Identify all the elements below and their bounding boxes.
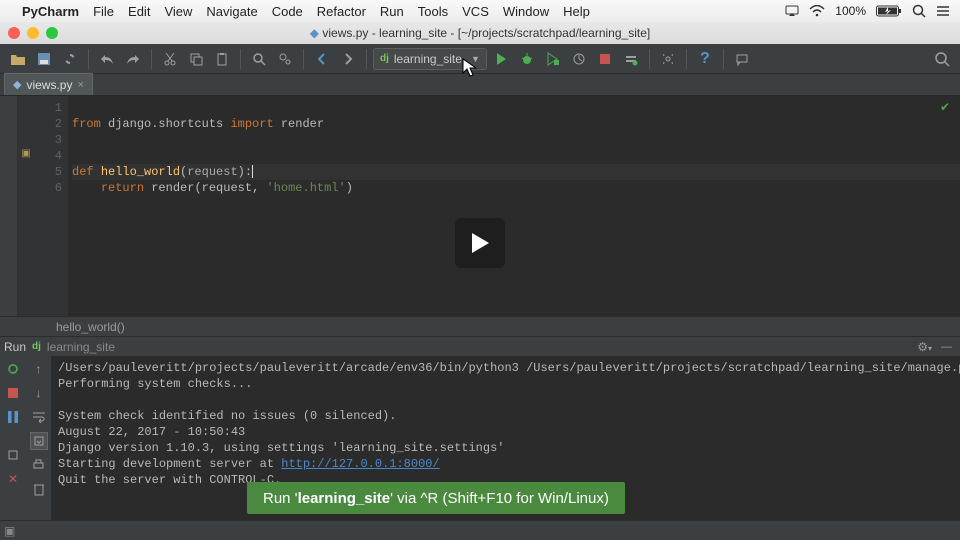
- back-button[interactable]: [310, 47, 334, 71]
- menu-file[interactable]: File: [93, 4, 114, 19]
- menu-run[interactable]: Run: [380, 4, 404, 19]
- tip-banner: Run 'learning_site' via ^R (Shift+F10 fo…: [247, 482, 625, 514]
- airplay-icon[interactable]: [785, 5, 799, 17]
- run-tool-config-label: learning_site: [47, 340, 115, 354]
- clear-all-button[interactable]: [30, 480, 48, 498]
- help-button[interactable]: ?: [693, 47, 717, 71]
- inspection-ok-icon[interactable]: ✔: [940, 100, 950, 116]
- breadcrumb[interactable]: hello_world(): [0, 316, 960, 336]
- editor-tab-label: views.py: [26, 78, 72, 92]
- rerun-button[interactable]: [4, 360, 22, 378]
- stop-process-button[interactable]: [4, 384, 22, 402]
- copy-button[interactable]: [184, 47, 208, 71]
- pause-button[interactable]: [4, 408, 22, 426]
- debug-button[interactable]: [515, 47, 539, 71]
- left-tool-stripe[interactable]: [0, 96, 18, 316]
- redo-button[interactable]: [121, 47, 145, 71]
- menu-tools[interactable]: Tools: [418, 4, 448, 19]
- hide-tool-icon[interactable]: —: [941, 341, 952, 353]
- menu-window[interactable]: Window: [503, 4, 549, 19]
- bottom-tool-stripe: ▣: [0, 520, 960, 540]
- undo-button[interactable]: [95, 47, 119, 71]
- toggle-softwrap-button[interactable]: [30, 408, 48, 426]
- editor-tab[interactable]: ◆ views.py ×: [4, 73, 93, 95]
- window-title: views.py - learning_site - [~/projects/s…: [322, 26, 650, 40]
- run-tool-left-actions: ✕: [0, 356, 26, 520]
- run-tool-header[interactable]: Run dj learning_site ⚙▾ —: [0, 336, 960, 356]
- spotlight-icon[interactable]: [912, 4, 926, 18]
- menu-code[interactable]: Code: [272, 4, 303, 19]
- editor: ▣ 1 2 3 4 5 6 ✔from django.shortcuts imp…: [0, 96, 960, 316]
- feedback-button[interactable]: [730, 47, 754, 71]
- tool-window-quick-access-icon[interactable]: ▣: [4, 524, 15, 538]
- window-close-button[interactable]: [8, 27, 20, 39]
- menu-extras-icon[interactable]: [936, 5, 950, 17]
- django-icon: dj: [380, 53, 389, 64]
- run-button[interactable]: [489, 47, 513, 71]
- replace-button[interactable]: [273, 47, 297, 71]
- run-tool-label: Run: [4, 340, 26, 354]
- video-play-button[interactable]: [455, 218, 505, 268]
- gear-icon[interactable]: ⚙▾: [917, 340, 932, 354]
- menu-refactor[interactable]: Refactor: [317, 4, 366, 19]
- python-file-icon: ◆: [310, 26, 319, 40]
- window-titlebar: ◆ views.py - learning_site - [~/projects…: [0, 22, 960, 44]
- window-zoom-button[interactable]: [46, 27, 58, 39]
- structure-gutter-icon[interactable]: ▣: [18, 148, 34, 164]
- scroll-to-end-button[interactable]: [30, 432, 48, 450]
- battery-icon[interactable]: [876, 5, 902, 17]
- code-area[interactable]: ✔from django.shortcuts import render def…: [68, 96, 960, 316]
- close-tab-icon[interactable]: ×: [77, 79, 83, 91]
- app-name[interactable]: PyCharm: [22, 4, 79, 19]
- save-all-button[interactable]: [32, 47, 56, 71]
- menu-navigate[interactable]: Navigate: [206, 4, 257, 19]
- battery-percent: 100%: [835, 4, 866, 18]
- paste-button[interactable]: [210, 47, 234, 71]
- run-tool-secondary-actions: ↑ ↓: [26, 356, 52, 520]
- print-button[interactable]: [30, 456, 48, 474]
- coverage-button[interactable]: [541, 47, 565, 71]
- mac-menubar: PyCharm File Edit View Navigate Code Ref…: [0, 0, 960, 22]
- search-everywhere-button[interactable]: [930, 47, 954, 71]
- python-file-icon: ◆: [13, 78, 21, 91]
- chevron-down-icon: ▼: [471, 54, 480, 64]
- run-config-label: learning_site: [394, 52, 462, 66]
- menu-view[interactable]: View: [164, 4, 192, 19]
- server-url-link[interactable]: http://127.0.0.1:8000/: [281, 457, 439, 471]
- profile-button[interactable]: [567, 47, 591, 71]
- gutter-icon-strip: ▣: [18, 96, 34, 316]
- open-button[interactable]: [6, 47, 30, 71]
- line-number-gutter[interactable]: 1 2 3 4 5 6: [34, 96, 68, 316]
- settings-button[interactable]: [656, 47, 680, 71]
- close-tab-button[interactable]: ✕: [4, 470, 22, 488]
- django-icon: dj: [32, 341, 41, 352]
- cut-button[interactable]: [158, 47, 182, 71]
- up-stack-button[interactable]: ↑: [30, 360, 48, 378]
- menu-edit[interactable]: Edit: [128, 4, 150, 19]
- find-button[interactable]: [247, 47, 271, 71]
- stop-button[interactable]: [593, 47, 617, 71]
- down-stack-button[interactable]: ↓: [30, 384, 48, 402]
- menu-vcs[interactable]: VCS: [462, 4, 489, 19]
- sync-button[interactable]: [58, 47, 82, 71]
- attach-button[interactable]: [619, 47, 643, 71]
- menu-help[interactable]: Help: [563, 4, 590, 19]
- editor-tabstrip: ◆ views.py ×: [0, 74, 960, 96]
- forward-button[interactable]: [336, 47, 360, 71]
- run-config-selector[interactable]: dj learning_site ▼: [373, 48, 487, 70]
- wifi-icon[interactable]: [809, 5, 825, 17]
- dump-threads-button[interactable]: [4, 446, 22, 464]
- window-minimize-button[interactable]: [27, 27, 39, 39]
- main-toolbar: dj learning_site ▼ ?: [0, 44, 960, 74]
